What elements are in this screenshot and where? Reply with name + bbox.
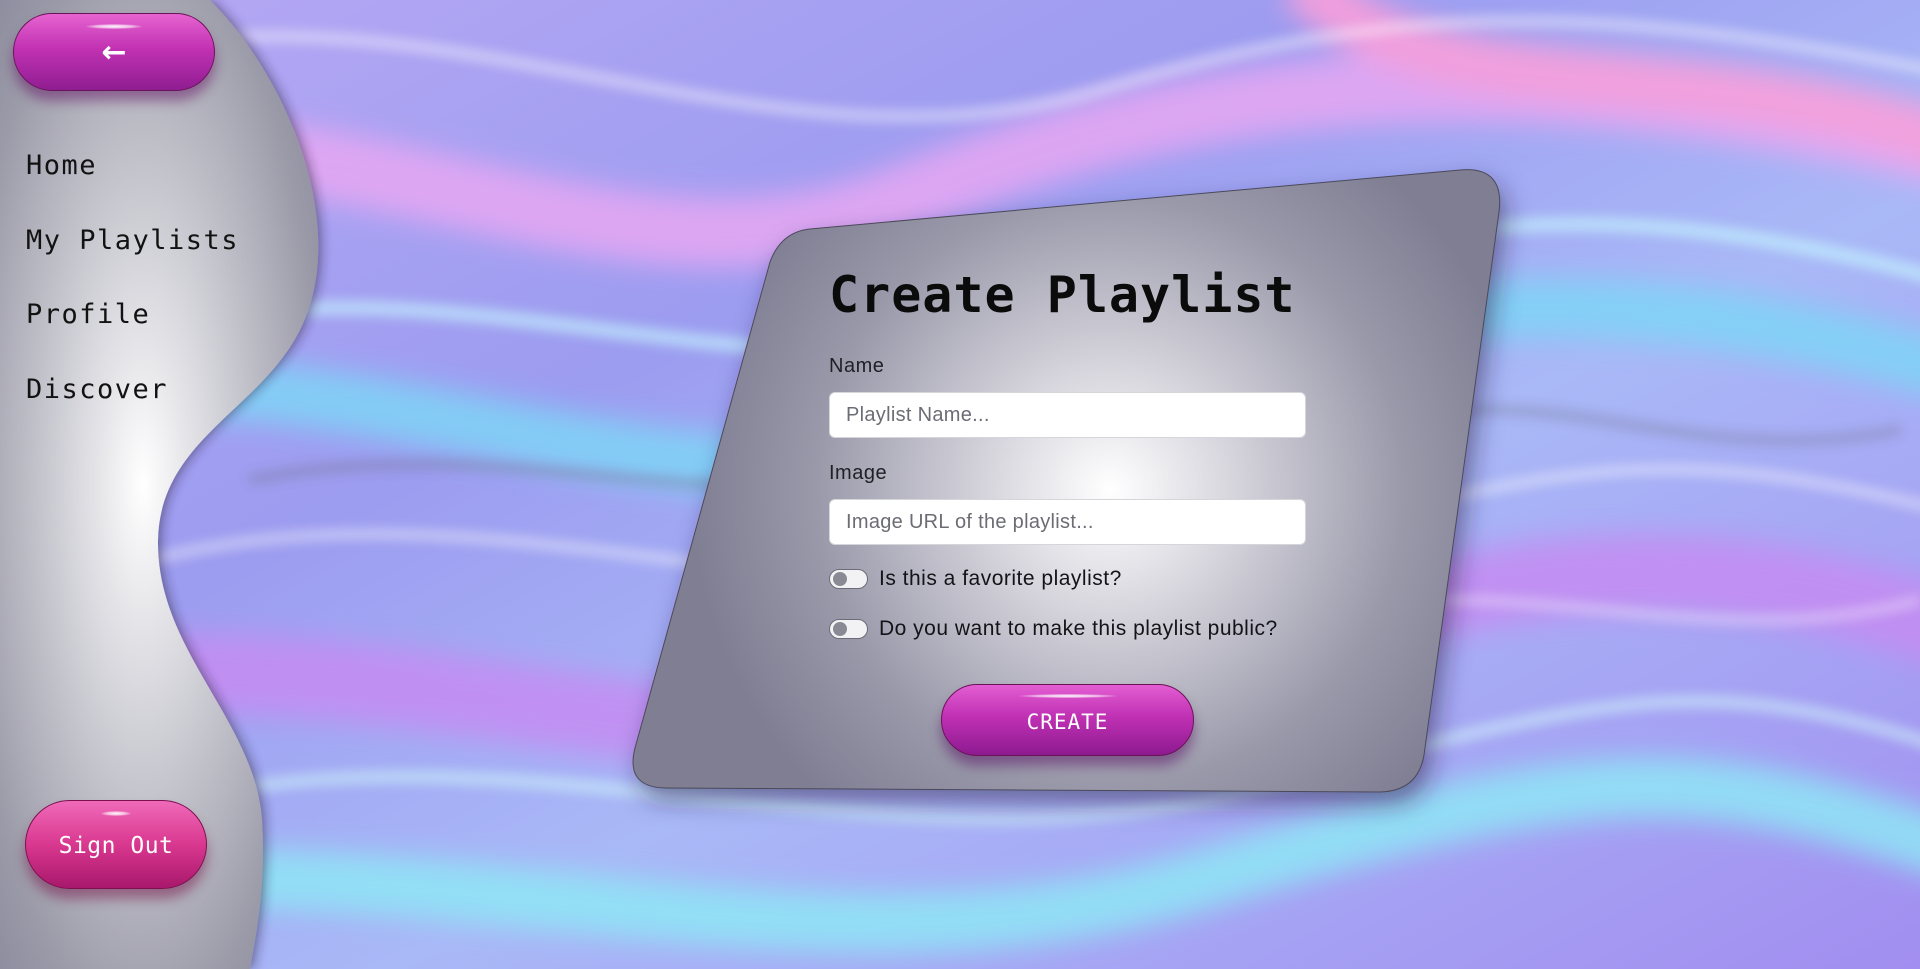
button-shine bbox=[1018, 694, 1117, 698]
sidebar: ← Home My Playlists Profile Discover Sig… bbox=[0, 0, 340, 969]
public-toggle-row: Do you want to make this playlist public… bbox=[829, 617, 1278, 641]
image-label: Image bbox=[829, 462, 888, 484]
button-shine bbox=[101, 811, 131, 816]
back-button[interactable]: ← bbox=[13, 13, 215, 91]
nav-item-discover[interactable]: Discover bbox=[26, 374, 168, 405]
image-url-input[interactable] bbox=[829, 499, 1306, 545]
public-toggle[interactable] bbox=[829, 619, 868, 639]
create-button[interactable]: CREATE bbox=[941, 684, 1194, 756]
button-shine bbox=[86, 24, 142, 29]
favorite-toggle[interactable] bbox=[829, 569, 868, 589]
nav-item-profile[interactable]: Profile bbox=[26, 299, 150, 330]
left-arrow-icon: ← bbox=[101, 35, 127, 70]
public-toggle-label: Do you want to make this playlist public… bbox=[879, 617, 1278, 640]
sign-out-button[interactable]: Sign Out bbox=[25, 800, 207, 889]
name-label: Name bbox=[829, 355, 885, 377]
toggle-knob bbox=[833, 572, 847, 586]
sign-out-label: Sign Out bbox=[58, 832, 174, 859]
page-title: Create Playlist bbox=[829, 266, 1296, 324]
favorite-toggle-row: Is this a favorite playlist? bbox=[829, 567, 1122, 591]
nav-item-my-playlists[interactable]: My Playlists bbox=[26, 225, 239, 256]
playlist-name-input[interactable] bbox=[829, 392, 1306, 438]
toggle-knob bbox=[833, 622, 847, 636]
favorite-toggle-label: Is this a favorite playlist? bbox=[879, 567, 1122, 590]
create-button-label: CREATE bbox=[1026, 710, 1109, 734]
nav-item-home[interactable]: Home bbox=[26, 150, 97, 181]
